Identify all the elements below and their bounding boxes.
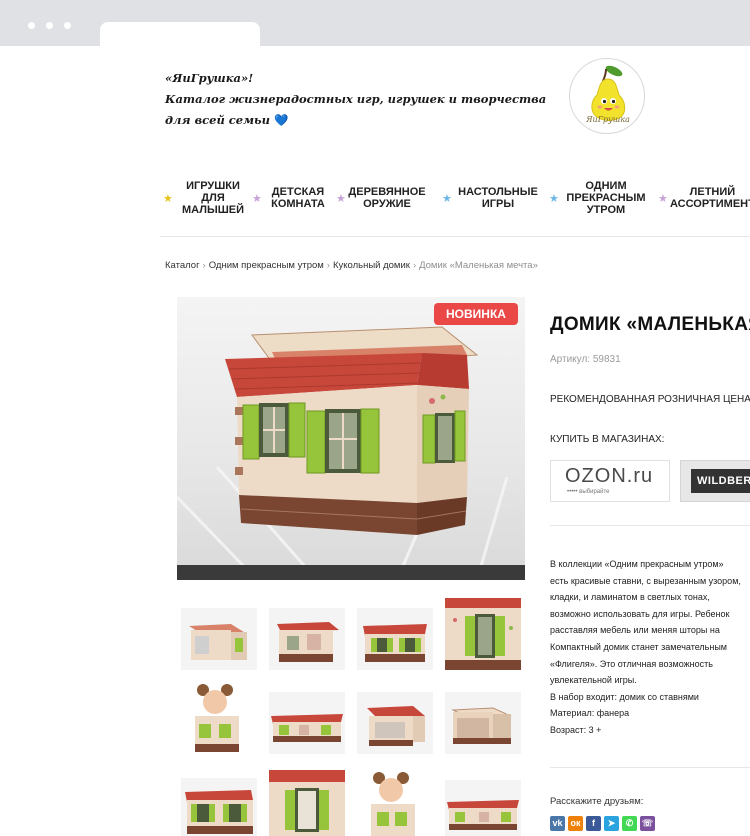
nav-item-one-fine-morning[interactable]: Одним прекрасным утром [558, 168, 654, 228]
logo-text: ЯиГрушка [586, 115, 630, 124]
thumb-image [181, 608, 257, 670]
thumb-image [181, 682, 257, 756]
thumb-image [357, 692, 433, 754]
tagline-line: Каталог жизнерадостных игр, игрушек и тв… [165, 92, 547, 106]
product-thumbnail[interactable] [269, 770, 345, 836]
star-icon: ★ [442, 193, 452, 205]
thumb-image [269, 692, 345, 754]
new-badge: НОВИНКА [434, 303, 518, 325]
buy-in-stores-label: КУПИТЬ В МАГАЗИНАХ: [550, 434, 665, 445]
breadcrumb-link[interactable]: Кукольный домик [333, 260, 410, 271]
description-line: Компактный домик станет замечательным [550, 641, 727, 652]
facebook-icon[interactable]: f [586, 816, 601, 831]
breadcrumb-separator: › [326, 260, 330, 271]
ozon-tagline: ••••• выбирайте [567, 489, 610, 495]
thumb-image [269, 770, 345, 836]
breadcrumb-link[interactable]: Одним прекрасным утром [209, 260, 324, 271]
ozon-logo: OZON.ru [565, 465, 654, 487]
wildberries-store-button[interactable]: WILDBERRIES [680, 460, 750, 502]
breadcrumb-current: Домик «Маленькая мечта» [419, 260, 538, 271]
wildberries-logo: WILDBERRIES [691, 469, 750, 493]
nav-label: Детская комната [271, 186, 325, 210]
nav-item-toddler-toys[interactable]: Игрушки для малышей [172, 168, 254, 228]
product-page: «ЯиГрушка»! Каталог жизнерадостных игр, … [0, 46, 750, 836]
thumb-image [445, 692, 521, 754]
window-dot[interactable] [28, 22, 35, 29]
description-line: В коллекции «Одним прекрасным утром» [550, 559, 724, 569]
share-label: Расскажите друзьям: [550, 796, 644, 807]
browser-chrome [0, 0, 750, 46]
product-title: ДОМИК «МАЛЕНЬКАЯ МЕЧТА» [550, 314, 750, 335]
product-thumbnail[interactable] [357, 692, 433, 754]
nav-label: Летний ассортимент [670, 186, 750, 210]
product-description: В коллекции «Одним прекрасным утром» ест… [550, 556, 750, 739]
nav-item-board-games[interactable]: Настольные игры [452, 168, 544, 228]
nav-item-kids-room[interactable]: Детская комната [260, 168, 336, 228]
product-thumbnail[interactable] [445, 598, 521, 670]
product-thumbnail[interactable] [181, 682, 257, 756]
product-thumbnail[interactable] [445, 780, 521, 836]
heart-icon: 💙 [274, 113, 289, 127]
thumb-image [181, 778, 257, 836]
main-nav: ★ Игрушки для малышей ★ Детская комната ★ Д… [158, 168, 750, 228]
ozon-store-button[interactable]: OZON.ru ••••• выбирайте [550, 460, 670, 502]
breadcrumb: Каталог › Одним прекрасным утром › Кукольный… [165, 260, 538, 271]
nav-item-wooden-weapons[interactable]: Деревянное оружие [343, 168, 431, 228]
site-logo[interactable]: ЯиГрушка [569, 58, 645, 134]
window-dot[interactable] [46, 22, 53, 29]
window-dot[interactable] [64, 22, 71, 29]
tagline-line: «ЯиГрушка»! [165, 71, 254, 85]
thumb-image [357, 770, 433, 836]
nav-divider [160, 236, 750, 237]
browser-tab[interactable] [100, 22, 260, 46]
nav-label: Одним прекрасным утром [566, 180, 646, 216]
description-line: увлекательной игры. [550, 675, 637, 686]
breadcrumb-link[interactable]: Каталог [165, 260, 200, 271]
nav-label: Настольные игры [458, 186, 538, 210]
breadcrumb-separator: › [412, 260, 417, 271]
star-icon: ★ [658, 193, 668, 205]
description-line: Возраст: 3 + [550, 724, 602, 735]
divider [550, 525, 750, 526]
breadcrumb-separator: › [202, 260, 206, 271]
description-line: возможно использовать для игры. Ребенок [550, 608, 730, 619]
thumb-image [445, 598, 521, 670]
product-sku: Артикул: 59831 [550, 354, 621, 365]
thumb-image [357, 608, 433, 670]
thumb-image [445, 780, 521, 836]
nav-label: Деревянное оружие [348, 186, 426, 210]
product-thumbnail[interactable] [269, 608, 345, 670]
viber-icon[interactable]: ☏ [640, 816, 655, 831]
description-line: есть красивые ставни, с вырезанным узоро… [550, 575, 741, 586]
product-thumbnail[interactable] [357, 608, 433, 670]
product-thumbnail[interactable] [357, 770, 433, 836]
nav-item-summer[interactable]: Летний ассортимент [670, 168, 750, 228]
share-buttons: vk ок f ➤ ✆ ☏ [550, 816, 655, 831]
product-main-image[interactable] [177, 297, 525, 580]
ok-icon[interactable]: ок [568, 816, 583, 831]
thumb-image [269, 608, 345, 670]
description-line: «Флигеля». Это отличная возможность [550, 658, 713, 669]
tagline-text: для всей семьи [165, 113, 271, 127]
description-line: Материал: фанера [550, 708, 630, 719]
product-thumbnail[interactable] [181, 778, 257, 836]
price-label: РЕКОМЕНДОВАННАЯ РОЗНИЧНАЯ ЦЕНА [550, 394, 750, 405]
telegram-icon[interactable]: ➤ [604, 816, 619, 831]
description-line: В набор входит: домик со ставнями [550, 691, 699, 702]
tagline-line: для всей семьи 💙 [165, 110, 546, 131]
nav-label: Игрушки для малышей [181, 180, 245, 216]
divider [550, 767, 750, 768]
description-line: расставляя мебель или меняя шторы на [550, 625, 720, 636]
product-thumbnail[interactable] [445, 692, 521, 754]
description-line: кладки, и ламинатом в светлых тонах, [550, 592, 710, 603]
dollhouse-photo [177, 297, 525, 580]
product-thumbnail[interactable] [181, 608, 257, 670]
site-tagline: «ЯиГрушка»! Каталог жизнерадостных игр, … [165, 68, 546, 131]
product-thumbnail[interactable] [269, 692, 345, 754]
whatsapp-icon[interactable]: ✆ [622, 816, 637, 831]
vk-icon[interactable]: vk [550, 816, 565, 831]
